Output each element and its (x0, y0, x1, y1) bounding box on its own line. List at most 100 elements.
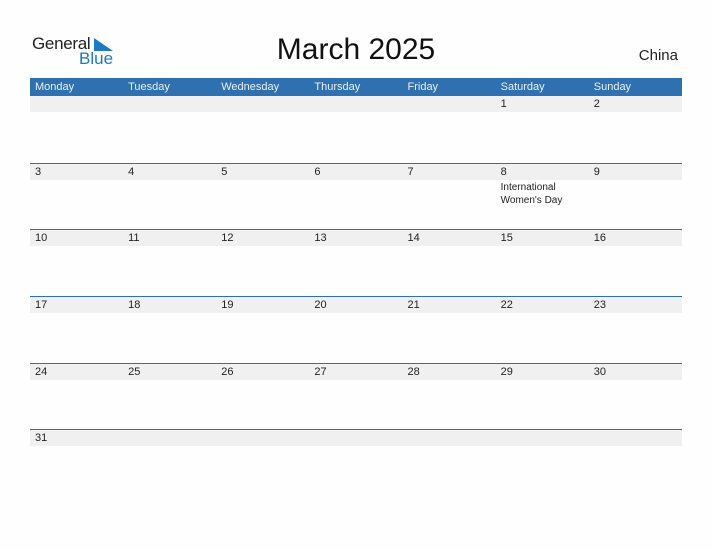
day-number (216, 96, 310, 112)
week-row: 3 4 5 6 7 8 9 International Women's Day (30, 162, 682, 230)
day-number: 8 (495, 163, 589, 180)
day-number (588, 430, 682, 447)
day-number: 11 (123, 230, 217, 247)
day-event (496, 380, 589, 381)
day-number (309, 96, 403, 112)
date-strip: 12 (30, 96, 682, 112)
day-number: 13 (309, 230, 403, 247)
weekday-friday: Friday (407, 81, 439, 93)
day-number: 9 (588, 163, 682, 180)
day-number: 6 (309, 163, 403, 180)
day-event (309, 446, 402, 447)
day-number: 16 (588, 230, 682, 247)
day-event (403, 180, 496, 207)
day-event (123, 180, 216, 207)
events-row (30, 446, 682, 447)
day-event (589, 313, 682, 314)
day-number (495, 430, 589, 447)
day-event (216, 180, 309, 207)
day-number: 24 (30, 363, 124, 380)
day-number: 23 (588, 297, 682, 314)
day-event (216, 313, 309, 314)
day-event (403, 112, 496, 113)
day-event (403, 446, 496, 447)
day-number: 29 (495, 363, 589, 380)
day-event (403, 380, 496, 381)
day-event: International Women's Day (500, 181, 563, 206)
day-number: 5 (216, 163, 310, 180)
day-event (403, 246, 496, 247)
weekday-header-row: Monday Tuesday Wednesday Thursday Friday… (30, 78, 682, 96)
date-strip: 17 18 19 20 21 22 23 (30, 297, 682, 314)
day-event (216, 246, 309, 247)
day-event (216, 112, 309, 113)
day-number (123, 96, 217, 112)
day-number: 3 (30, 163, 124, 180)
day-event (496, 112, 589, 113)
weekday-sunday: Sunday (593, 81, 632, 93)
day-event (589, 180, 682, 207)
day-number (216, 430, 310, 447)
day-event (123, 313, 216, 314)
day-event (309, 246, 402, 247)
day-event (216, 446, 309, 447)
calendar-grid: Monday Tuesday Wednesday Thursday Friday… (30, 78, 682, 496)
day-number: 10 (30, 230, 124, 247)
day-number (402, 430, 496, 447)
events-row (30, 246, 682, 247)
day-number: 25 (123, 363, 217, 380)
day-event (30, 446, 123, 447)
date-strip: 3456789 (30, 163, 682, 180)
day-number: 4 (123, 163, 217, 180)
day-event (589, 446, 682, 447)
day-event (123, 246, 216, 247)
day-number (402, 96, 496, 112)
day-event (589, 380, 682, 381)
day-number: 15 (495, 230, 589, 247)
weeks-container: 1 2 3 4 5 6 7 8 9 International Women's Day 10 11 12… (30, 96, 682, 496)
day-number: 26 (216, 363, 310, 380)
events-row (30, 112, 682, 113)
week-row: 12 (30, 96, 682, 163)
day-event (309, 112, 402, 113)
day-event (216, 380, 309, 381)
day-number (30, 96, 124, 112)
events-row: International Women's Day (30, 180, 682, 207)
week-row: 10 11 12 13 14 15 16 (30, 229, 682, 296)
week-row: 17 18 19 20 21 22 23 (30, 296, 682, 363)
day-event (589, 246, 682, 247)
day-event (30, 246, 123, 247)
day-number: 14 (402, 230, 496, 247)
events-row (30, 313, 682, 314)
day-event (496, 446, 589, 447)
day-number: 17 (30, 297, 124, 314)
day-event (589, 112, 682, 113)
day-event (30, 380, 123, 381)
day-number: 27 (309, 363, 403, 380)
day-number: 22 (495, 297, 589, 314)
day-number: 12 (216, 230, 310, 247)
day-event (30, 112, 123, 113)
day-number: 18 (123, 297, 217, 314)
day-event (403, 313, 496, 314)
page-title: March 2025 (276, 33, 436, 66)
day-number: 2 (588, 96, 682, 112)
day-number: 20 (309, 297, 403, 314)
day-number: 21 (402, 297, 496, 314)
day-number (309, 430, 403, 447)
day-event (30, 313, 123, 314)
day-event (309, 380, 402, 381)
date-strip: 10 11 12 13 14 15 16 (30, 230, 682, 247)
day-number: 30 (588, 363, 682, 380)
weekday-saturday: Saturday (500, 81, 545, 93)
day-number: 31 (30, 430, 124, 447)
day-number: 1 (495, 96, 589, 112)
day-event (496, 246, 589, 247)
country-label: China (638, 47, 678, 64)
weekday-monday: Monday (35, 81, 75, 93)
day-event (123, 380, 216, 381)
day-event (30, 180, 123, 207)
day-event (309, 180, 402, 207)
date-strip: 24 25 26 27 28 29 30 (30, 363, 682, 380)
day-number: 19 (216, 297, 310, 314)
